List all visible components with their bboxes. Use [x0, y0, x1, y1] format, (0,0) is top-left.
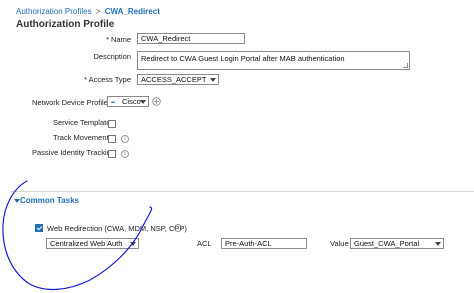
annotation-circle — [2, 180, 153, 291]
